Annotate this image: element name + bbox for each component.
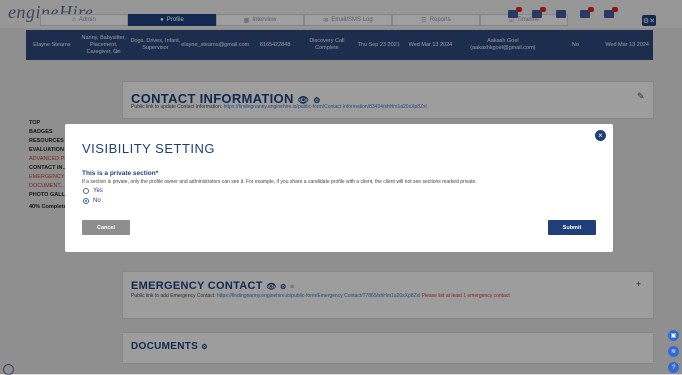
sliders-icon[interactable]: ≋ — [668, 346, 679, 357]
modal-title: VISIBILITY SETTING — [82, 141, 216, 156]
visibility-setting-modal: VISIBILITY SETTING × This is a private s… — [65, 124, 613, 252]
book-icon[interactable]: ▣ — [668, 330, 679, 341]
cancel-button[interactable]: Cancel — [82, 220, 130, 235]
option-no[interactable]: No — [83, 198, 101, 204]
private-section-description: If a section is private, only the profil… — [82, 179, 477, 185]
close-icon[interactable]: × — [595, 130, 606, 141]
submit-button[interactable]: Submit — [548, 220, 596, 235]
no-radio[interactable] — [83, 198, 89, 204]
yes-radio[interactable] — [83, 188, 89, 194]
private-section-question: This is a private section* — [82, 170, 159, 177]
floating-actions: ▣ ≋ ? — [668, 330, 679, 373]
help-icon[interactable]: ? — [668, 362, 679, 373]
option-yes[interactable]: Yes — [83, 188, 103, 194]
